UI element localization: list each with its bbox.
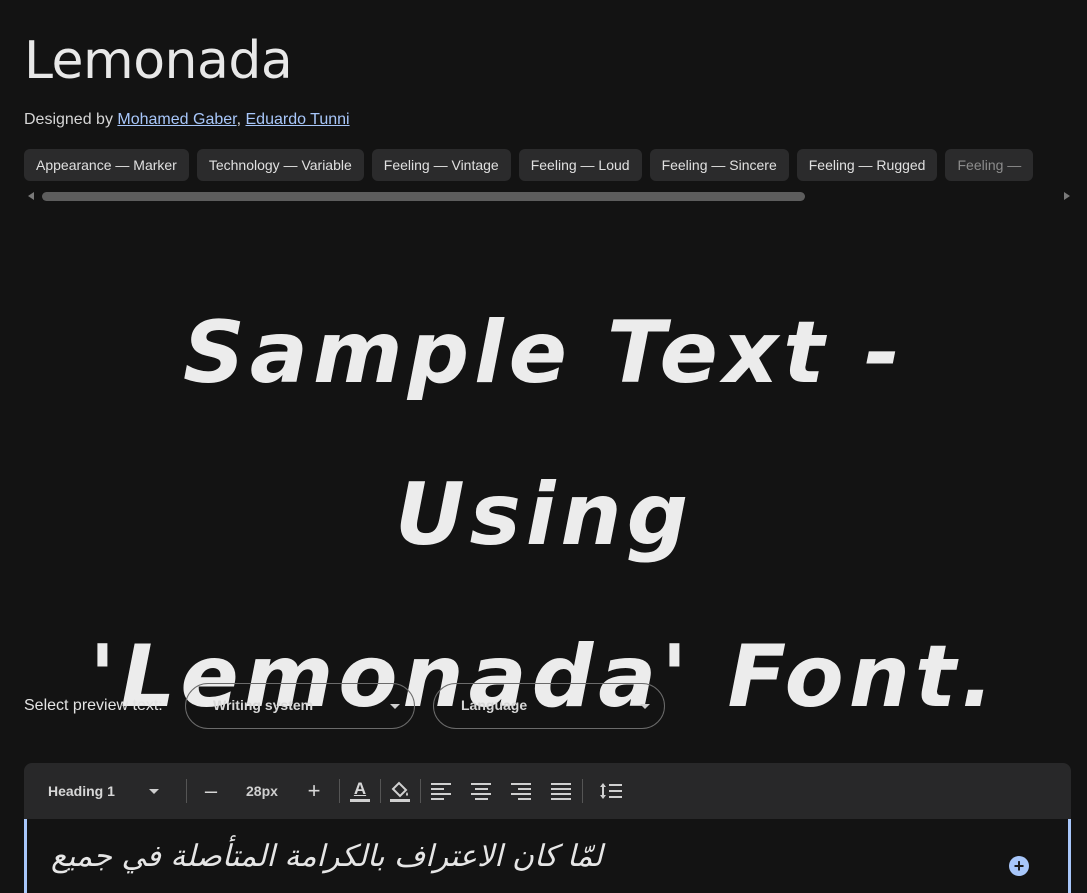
designer-link-eduardo-tunni[interactable]: Eduardo Tunni [246, 111, 350, 128]
chevron-down-icon [390, 704, 400, 709]
writing-system-label: Writing system [213, 697, 314, 713]
editor-toolbar: Heading 1 – 28px + A [24, 763, 1071, 819]
align-justify-button[interactable] [551, 763, 571, 819]
align-left-icon [431, 780, 451, 803]
line-height-icon [600, 783, 622, 799]
text-style-dropdown[interactable]: Heading 1 [48, 763, 159, 819]
designer-credit: Designed by Mohamed Gaber, Eduardo Tunni [24, 110, 350, 130]
writing-system-select[interactable]: Writing system [185, 683, 415, 729]
align-center-button[interactable] [471, 763, 491, 819]
tag-scrollbar[interactable] [24, 189, 1072, 203]
add-icon[interactable]: + [1009, 856, 1029, 876]
decrease-size-button[interactable]: – [202, 763, 220, 819]
preview-text-label: Select preview text: [24, 697, 163, 714]
line-height-button[interactable] [599, 763, 623, 819]
language-select[interactable]: Language [433, 683, 665, 729]
tag-chip[interactable]: Feeling — Loud [518, 149, 642, 181]
tag-chip[interactable]: Appearance — Marker [24, 149, 189, 181]
toolbar-divider [380, 779, 381, 803]
tag-chip[interactable]: Feeling — Vintage [371, 149, 511, 181]
toolbar-divider [339, 779, 340, 803]
chevron-down-icon [148, 789, 159, 794]
toolbar-divider [186, 779, 187, 803]
toolbar-divider [420, 779, 421, 803]
tag-chip[interactable]: Feeling — Sincere [649, 149, 789, 181]
font-title: Lemonada [24, 31, 293, 91]
text-color-glyph: A [353, 779, 367, 798]
scroll-right-arrow-icon[interactable] [1064, 192, 1070, 200]
align-right-icon [511, 780, 531, 803]
tag-list: Appearance — Marker Technology — Variabl… [24, 149, 1034, 181]
editor-content-area[interactable]: لمّا كان الاعتراف بالكرامة المتأصلة في ج… [24, 819, 1071, 893]
editor-text[interactable]: لمّا كان الاعتراف بالكرامة المتأصلة في ج… [51, 839, 603, 874]
align-right-button[interactable] [511, 763, 531, 819]
language-label: Language [461, 697, 528, 713]
align-justify-icon [551, 780, 571, 803]
scroll-left-arrow-icon[interactable] [28, 192, 34, 200]
designer-link-mohamed-gaber[interactable]: Mohamed Gaber [117, 111, 236, 128]
sample-line-1: Sample Text - Using [182, 303, 905, 565]
sample-line-2: 'Lemonada' Font. [89, 627, 999, 727]
text-color-button[interactable]: A [349, 763, 371, 819]
toolbar-divider [582, 779, 583, 803]
tag-chip[interactable]: Feeling — [945, 149, 1034, 181]
scroll-thumb[interactable] [42, 192, 805, 201]
chevron-down-icon [640, 704, 650, 709]
designed-by-label: Designed by [24, 111, 113, 128]
highlight-color-button[interactable] [389, 763, 411, 819]
designer-separator: , [236, 111, 242, 128]
text-style-label: Heading 1 [48, 783, 115, 799]
font-page: Lemonada Designed by Mohamed Gaber, Edua… [0, 0, 1087, 893]
tag-chip[interactable]: Technology — Variable [196, 149, 364, 181]
font-size-value[interactable]: 28px [246, 763, 278, 819]
align-left-button[interactable] [431, 763, 451, 819]
fill-bucket-icon [390, 781, 410, 802]
increase-size-button[interactable]: + [305, 763, 323, 819]
tag-chip[interactable]: Feeling — Rugged [796, 149, 938, 181]
align-center-icon [471, 780, 491, 803]
text-color-icon: A [350, 780, 370, 802]
